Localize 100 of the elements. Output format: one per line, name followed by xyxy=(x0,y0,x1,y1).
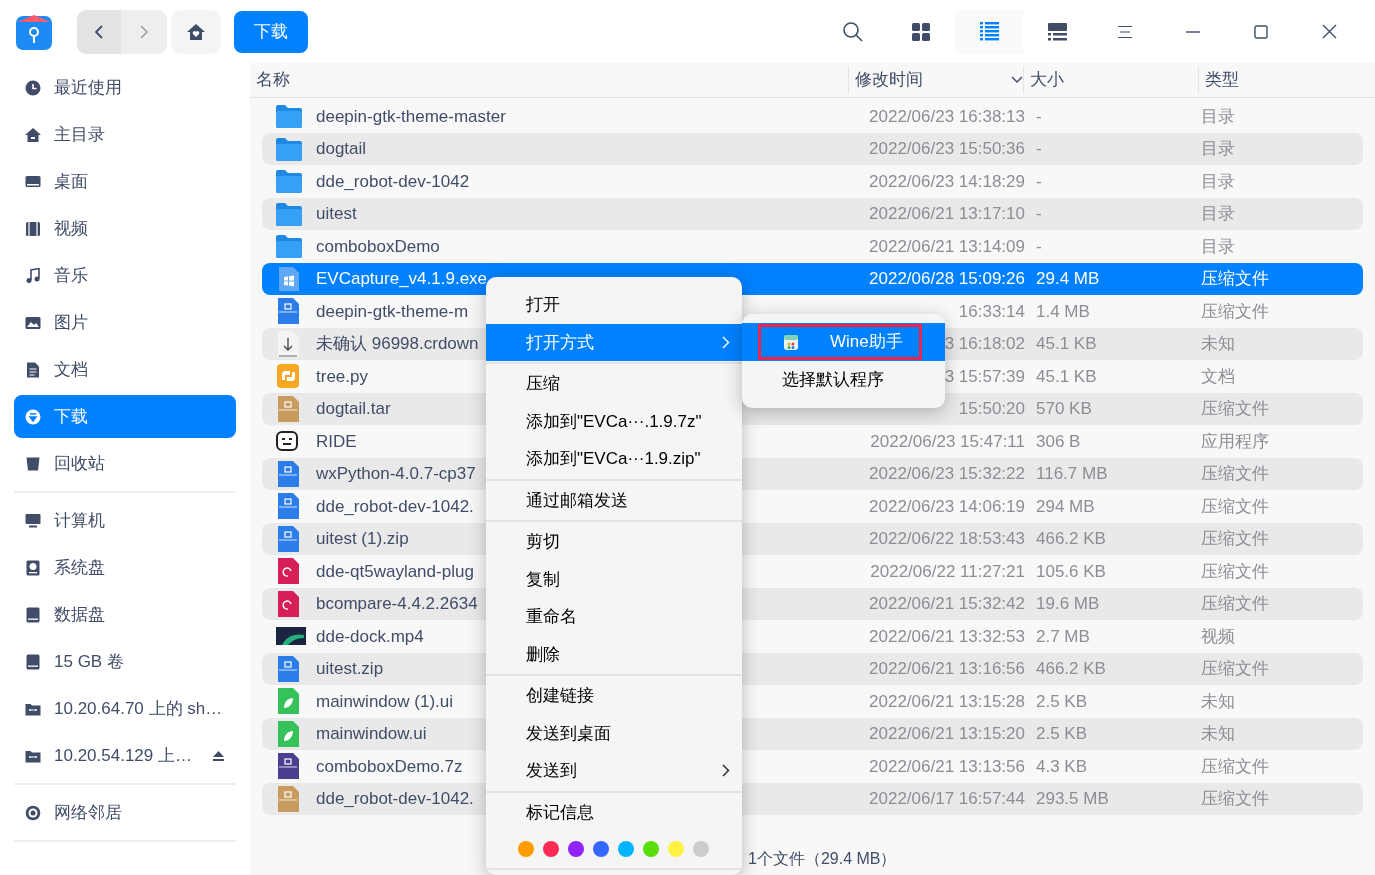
debian-package-icon xyxy=(276,557,300,586)
robot-face-icon xyxy=(276,431,298,452)
windows-file-icon xyxy=(276,265,302,292)
file-name: 未确认 96998.crdown xyxy=(316,333,479,355)
file-size: 466.2 KB xyxy=(1035,528,1107,550)
download-icon xyxy=(25,408,41,425)
modified-date: 15:50:20 xyxy=(958,398,1025,420)
file-size: 570 KB xyxy=(1035,398,1093,420)
modified-date: 3 15:57:39 xyxy=(944,365,1025,388)
back-icon xyxy=(93,23,105,40)
status-text: 1个文件（29.4 MB） xyxy=(748,849,897,869)
sidebar-item[interactable]: 回收站 xyxy=(14,442,236,485)
sidebar-item[interactable]: 10.20.64.70 上的 sh… xyxy=(14,687,236,730)
modified-date: 3 16:18:02 xyxy=(944,333,1025,355)
sidebar-item[interactable]: 视频 xyxy=(14,207,236,250)
file-type: 应用程序 xyxy=(1200,430,1269,453)
file-type: 压缩文件 xyxy=(1200,788,1269,810)
close-icon xyxy=(1321,24,1337,39)
file-name: uitest.zip xyxy=(316,658,384,680)
file-size: - xyxy=(1035,235,1043,258)
sidebar-item[interactable]: 10.20.54.129 上… xyxy=(14,734,236,777)
modified-date: 2022/06/17 16:57:44 xyxy=(869,788,1025,810)
file-size: 2.7 MB xyxy=(1035,625,1091,648)
sidebar-item[interactable]: 图片 xyxy=(14,301,236,344)
modified-date: 2022/06/21 13:13:56 xyxy=(869,755,1025,778)
modified-date: 2022/06/21 15:32:42 xyxy=(869,593,1025,615)
file-size: 293.5 MB xyxy=(1035,788,1110,810)
sidebar-item[interactable]: 15 GB 卷 xyxy=(14,640,236,683)
sidebar-item[interactable]: 系统盘 xyxy=(14,546,236,589)
monitor-icon xyxy=(25,173,41,190)
sidebar-item[interactable]: 音乐 xyxy=(14,254,236,297)
menu-item[interactable]: 打开方式 xyxy=(486,323,742,361)
debian-package-icon xyxy=(276,589,300,618)
file-type: 压缩文件 xyxy=(1200,755,1269,778)
file-type: 压缩文件 xyxy=(1200,300,1269,323)
breadcrumb-button[interactable]: 下载 xyxy=(234,10,308,53)
column-header[interactable]: 名称 xyxy=(256,70,290,89)
file-size: 29.4 MB xyxy=(1035,268,1101,290)
home-button[interactable] xyxy=(171,9,221,54)
file-type: 文档 xyxy=(1200,365,1235,388)
sidebar-item[interactable]: 主目录 xyxy=(14,113,236,156)
list-view-button[interactable] xyxy=(955,9,1023,54)
file-name: deepin-gtk-theme-m xyxy=(316,300,469,323)
file-size: 466.2 KB xyxy=(1035,658,1107,680)
sidebar-item[interactable]: 文档 xyxy=(14,348,236,391)
column-header[interactable]: 类型 xyxy=(1205,70,1239,89)
menu-item[interactable]: 发送到桌面 xyxy=(486,714,742,752)
file-size: 19.6 MB xyxy=(1035,593,1101,615)
file-size: 45.1 KB xyxy=(1035,365,1098,388)
file-size: 2.5 KB xyxy=(1035,690,1089,713)
file-name: dde_robot-dev-1042. xyxy=(316,495,474,518)
computer-icon xyxy=(25,512,41,529)
back-button[interactable] xyxy=(77,9,121,54)
file-type: 压缩文件 xyxy=(1200,463,1269,485)
file-size: 306 B xyxy=(1035,430,1082,453)
chevron-right-icon xyxy=(722,764,730,778)
file-name: comboboxDemo.7z xyxy=(316,755,463,778)
file-type: 未知 xyxy=(1200,723,1235,745)
zip-file-icon xyxy=(276,492,300,521)
file-name: dogtail xyxy=(316,138,367,160)
file-size: - xyxy=(1035,105,1043,128)
file-type: 压缩文件 xyxy=(1200,528,1269,550)
focus-highlight: Wine助手 xyxy=(758,324,922,360)
file-row[interactable]: dogtail 2022/06/23 15:50:36 - 目录 xyxy=(262,132,1363,165)
file-size: 294 MB xyxy=(1035,495,1096,518)
column-header[interactable]: 修改时间 xyxy=(855,66,923,94)
sidebar-item[interactable]: 计算机 xyxy=(14,499,236,542)
forward-icon xyxy=(138,23,150,40)
chevron-right-icon xyxy=(722,335,730,349)
trash-icon xyxy=(25,455,41,472)
modified-date: 2022/06/23 15:32:22 xyxy=(869,463,1025,485)
file-row[interactable]: uitest 2022/06/21 13:17:10 - 目录 xyxy=(262,197,1363,230)
sidebar-item[interactable]: 数据盘 xyxy=(14,593,236,636)
file-type: 目录 xyxy=(1200,170,1235,193)
modified-date: 2022/06/23 16:38:13 xyxy=(869,105,1025,128)
sidebar-item[interactable]: 下载 xyxy=(14,395,236,438)
sidebar-item[interactable]: 网络邻居 xyxy=(14,791,236,834)
modified-date: 2022/06/22 11:27:21 xyxy=(870,560,1025,583)
file-name: comboboxDemo xyxy=(316,235,440,258)
file-type: 未知 xyxy=(1200,333,1235,355)
drive-icon xyxy=(25,653,41,670)
sidebar-item[interactable]: 桌面 xyxy=(14,160,236,203)
column-header[interactable]: 大小 xyxy=(1030,70,1064,89)
music-note-icon xyxy=(25,267,41,284)
maximize-icon xyxy=(1254,24,1268,39)
sidebar-item[interactable]: 最近使用 xyxy=(14,66,236,109)
menu-item[interactable]: 通过邮箱发送 xyxy=(486,481,742,519)
menu-icon xyxy=(1118,24,1132,39)
file-type: 未知 xyxy=(1200,690,1235,713)
file-type: 目录 xyxy=(1200,235,1235,258)
file-name: EVCapture_v4.1.9.exe xyxy=(316,268,488,290)
wine-app-icon xyxy=(783,333,799,351)
clock-icon xyxy=(25,79,41,96)
menu-item[interactable]: Wine助手 xyxy=(742,323,945,361)
modified-date: 2022/06/21 13:16:56 xyxy=(869,658,1025,680)
file-name: dde_robot-dev-1042. xyxy=(316,788,474,810)
modified-date: 16:33:14 xyxy=(958,300,1025,323)
file-type: 压缩文件 xyxy=(1200,495,1269,518)
drive-icon xyxy=(25,606,41,623)
file-type: 目录 xyxy=(1200,105,1235,128)
